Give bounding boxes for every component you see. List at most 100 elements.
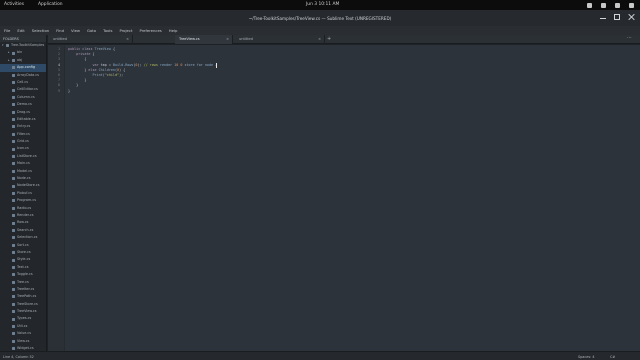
sidebar-item[interactable]: Sort.cs bbox=[0, 242, 46, 249]
sidebar-item-label: Types.cs bbox=[17, 316, 32, 321]
sidebar-item[interactable]: Grid.cs bbox=[0, 138, 46, 145]
close-tab-icon[interactable]: × bbox=[318, 35, 321, 44]
menu-find[interactable]: Find bbox=[55, 28, 65, 33]
new-tab-button[interactable]: + bbox=[327, 35, 331, 44]
sidebar-item[interactable]: Search.cs bbox=[0, 227, 46, 234]
sidebar-item[interactable]: ListStore.cs bbox=[0, 153, 46, 160]
sidebar-item[interactable]: Cell.cs bbox=[0, 79, 46, 86]
clock[interactable]: Jun 3 10:11 AM bbox=[306, 2, 339, 7]
sidebar-item[interactable]: Filter.cs bbox=[0, 131, 46, 138]
menu-project[interactable]: Project bbox=[118, 28, 133, 33]
sidebar-item[interactable]: Node.cs bbox=[0, 175, 46, 182]
close-tab-icon[interactable]: × bbox=[126, 35, 129, 44]
activities-button[interactable]: Activities bbox=[4, 2, 24, 7]
line-number-gutter[interactable]: 123456789 bbox=[48, 45, 65, 351]
code-line[interactable]: } bbox=[68, 89, 70, 93]
sidebar-item[interactable]: Drag.cs bbox=[0, 109, 46, 116]
sidebar-item[interactable]: Toggle.cs bbox=[0, 271, 46, 278]
close-icon[interactable] bbox=[628, 14, 634, 20]
sidebar-item[interactable]: Editable.cs bbox=[0, 116, 46, 123]
editor-tab[interactable]: untitled × bbox=[49, 35, 133, 44]
sidebar-item[interactable]: Pixbuf.cs bbox=[0, 190, 46, 197]
more-icon[interactable] bbox=[627, 37, 632, 42]
indentation-setting[interactable]: Spaces: 4 bbox=[578, 355, 594, 359]
sidebar-item[interactable]: ▸ bin bbox=[0, 49, 46, 56]
sidebar-item[interactable]: Store.cs bbox=[0, 249, 46, 256]
sidebar-item[interactable]: Model.cs bbox=[0, 168, 46, 175]
menu-goto[interactable]: Goto bbox=[86, 28, 97, 33]
network-icon[interactable] bbox=[587, 2, 592, 8]
file-icon bbox=[12, 88, 15, 92]
sidebar-item[interactable]: Render.cs bbox=[0, 212, 46, 219]
editor-tab[interactable]: untitled × bbox=[235, 35, 325, 44]
sidebar-item[interactable]: Icon.cs bbox=[0, 145, 46, 152]
sidebar-item[interactable]: TreeIter.cs bbox=[0, 286, 46, 293]
window-controls bbox=[600, 14, 634, 20]
file-icon bbox=[12, 295, 15, 299]
sidebar-item[interactable]: TreePath.cs bbox=[0, 293, 46, 300]
menu-edit[interactable]: Edit bbox=[16, 28, 25, 33]
battery-icon[interactable] bbox=[615, 2, 620, 8]
disclosure-icon[interactable]: ▾ bbox=[2, 42, 4, 49]
file-icon bbox=[12, 280, 15, 284]
code-line[interactable]: Print("child"); bbox=[68, 73, 124, 77]
menu-tools[interactable]: Tools bbox=[102, 28, 113, 33]
sidebar-item[interactable]: Demo.cs bbox=[0, 101, 46, 108]
sidebar-item[interactable]: Types.cs bbox=[0, 315, 46, 322]
menu-preferences[interactable]: Preferences bbox=[138, 28, 162, 33]
editor-tab[interactable]: TreeView.cs × bbox=[175, 35, 233, 44]
sidebar-item[interactable]: CellEditor.cs bbox=[0, 86, 46, 93]
code-line[interactable]: } bbox=[68, 78, 86, 82]
code-editor[interactable]: 123456789 public class TreeView { privat… bbox=[48, 45, 640, 351]
menu-file[interactable]: File bbox=[3, 28, 11, 33]
sidebar-item[interactable]: Entry.cs bbox=[0, 123, 46, 130]
volume-icon[interactable] bbox=[601, 2, 606, 8]
maximize-icon[interactable] bbox=[614, 14, 620, 20]
tab-bar: + untitled × TreeView.cs × untitled × bbox=[48, 35, 640, 44]
sidebar-item[interactable]: ▸ obj bbox=[0, 57, 46, 64]
file-icon bbox=[12, 214, 15, 218]
code-line[interactable]: } bbox=[68, 83, 78, 87]
sidebar-item[interactable]: Text.cs bbox=[0, 264, 46, 271]
power-icon[interactable] bbox=[629, 2, 634, 8]
sidebar-file-list: ▾ Tree-ToolkitSamples ▸ bin ▸ obj App.config Ar… bbox=[0, 42, 46, 351]
sidebar-item[interactable]: Util.cs bbox=[0, 323, 46, 330]
code-line[interactable]: } else Children(0) { bbox=[68, 68, 125, 72]
code-line[interactable]: public class TreeView { bbox=[68, 47, 115, 51]
code-line[interactable]: { bbox=[68, 57, 86, 61]
disclosure-icon[interactable]: ▸ bbox=[8, 49, 10, 56]
disclosure-icon[interactable]: ▸ bbox=[8, 57, 10, 64]
sidebar-item-label: Editable.cs bbox=[17, 116, 36, 121]
syntax-selector[interactable]: C# bbox=[610, 355, 615, 359]
sidebar-item-label: Render.cs bbox=[17, 212, 34, 217]
code-line[interactable]: private { bbox=[68, 52, 94, 56]
cursor-position[interactable]: Line 4, Column 52 bbox=[3, 355, 34, 359]
sidebar-item[interactable]: Row.cs bbox=[0, 219, 46, 226]
sidebar-item[interactable]: ▾ Tree-ToolkitSamples bbox=[0, 42, 46, 49]
sidebar-item[interactable]: Value.cs bbox=[0, 330, 46, 337]
sidebar-item[interactable]: ArrayData.cs bbox=[0, 72, 46, 79]
app-menu[interactable]: Application bbox=[38, 2, 63, 7]
sidebar-item[interactable]: Program.cs bbox=[0, 197, 46, 204]
menu-view[interactable]: View bbox=[70, 28, 81, 33]
sidebar-item[interactable]: View.cs bbox=[0, 338, 46, 345]
sidebar-item[interactable]: NodeStore.cs bbox=[0, 182, 46, 189]
close-tab-icon[interactable]: × bbox=[226, 35, 229, 44]
file-icon bbox=[12, 228, 15, 232]
sidebar-item-label: Main.cs bbox=[17, 161, 30, 166]
menu-help[interactable]: Help bbox=[168, 28, 179, 33]
sidebar-item[interactable]: TreeView.cs bbox=[0, 308, 46, 315]
file-icon bbox=[12, 169, 15, 173]
minimize-icon[interactable] bbox=[600, 14, 606, 20]
sidebar-item[interactable]: Main.cs bbox=[0, 160, 46, 167]
sidebar-item[interactable]: Radio.cs bbox=[0, 205, 46, 212]
sidebar-item[interactable]: Tree.cs bbox=[0, 279, 46, 286]
window-title-bar[interactable]: ~/Tree-ToolkitSamples/TreeView.cs — Subl… bbox=[0, 10, 640, 26]
sidebar-item[interactable]: App.config bbox=[0, 64, 46, 72]
sidebar-item[interactable]: Selection.cs bbox=[0, 234, 46, 241]
sidebar-item[interactable]: Style.cs bbox=[0, 256, 46, 263]
code-line[interactable]: var tmp = Build.Rows(0); // rows render … bbox=[68, 63, 218, 67]
sidebar-item[interactable]: TreeStore.cs bbox=[0, 301, 46, 308]
menu-selection[interactable]: Selection bbox=[31, 28, 51, 33]
sidebar-item[interactable]: Column.cs bbox=[0, 94, 46, 101]
